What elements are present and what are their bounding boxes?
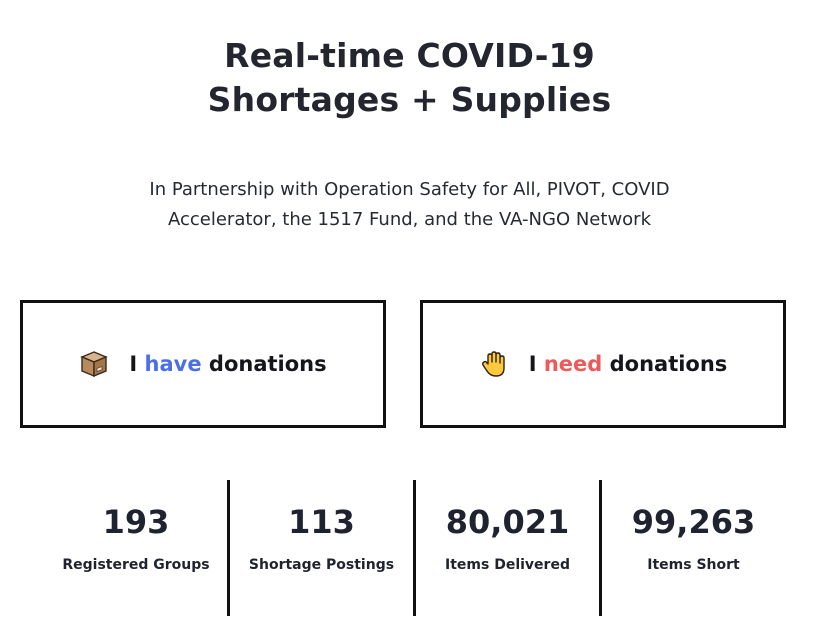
need-donations-button[interactable]: I need donations (420, 300, 786, 428)
subtitle-line-1: In Partnership with Operation Safety for… (149, 179, 670, 200)
have-suffix: donations (208, 352, 327, 376)
stat-value: 80,021 (445, 503, 570, 541)
partnership-subtitle: In Partnership with Operation Safety for… (0, 175, 819, 235)
have-highlight: have (144, 352, 202, 376)
need-donations-content: I need donations (479, 349, 728, 379)
stat-label: Items Delivered (445, 557, 570, 573)
page-title-line-1: Real-time COVID-19 (224, 36, 595, 75)
page-title: Real-time COVID-19 Shortages + Supplies (0, 34, 819, 122)
have-donations-button[interactable]: I have donations (20, 300, 386, 428)
have-prefix: I (129, 352, 138, 376)
stat-value: 99,263 (631, 503, 756, 541)
stat-shortage-postings: 113 Shortage Postings (230, 480, 413, 616)
stats-row: 193 Registered Groups 113 Shortage Posti… (45, 480, 785, 616)
stat-value: 113 (288, 503, 355, 541)
have-donations-content: I have donations (79, 349, 327, 379)
stat-registered-groups: 193 Registered Groups (45, 480, 227, 616)
need-highlight: need (543, 352, 603, 376)
stat-items-short: 99,263 Items Short (602, 480, 785, 616)
need-suffix: donations (609, 352, 728, 376)
stat-value: 193 (102, 503, 170, 541)
page-title-line-2: Shortages + Supplies (207, 80, 612, 119)
need-prefix: I (528, 352, 537, 376)
raised-hand-icon (479, 349, 509, 379)
stat-label: Shortage Postings (248, 557, 395, 573)
subtitle-line-2: Accelerator, the 1517 Fund, and the VA-N… (167, 209, 651, 230)
stat-items-delivered: 80,021 Items Delivered (416, 480, 599, 616)
stat-label: Items Short (647, 557, 740, 573)
stat-label: Registered Groups (62, 557, 210, 573)
package-icon (79, 349, 109, 379)
